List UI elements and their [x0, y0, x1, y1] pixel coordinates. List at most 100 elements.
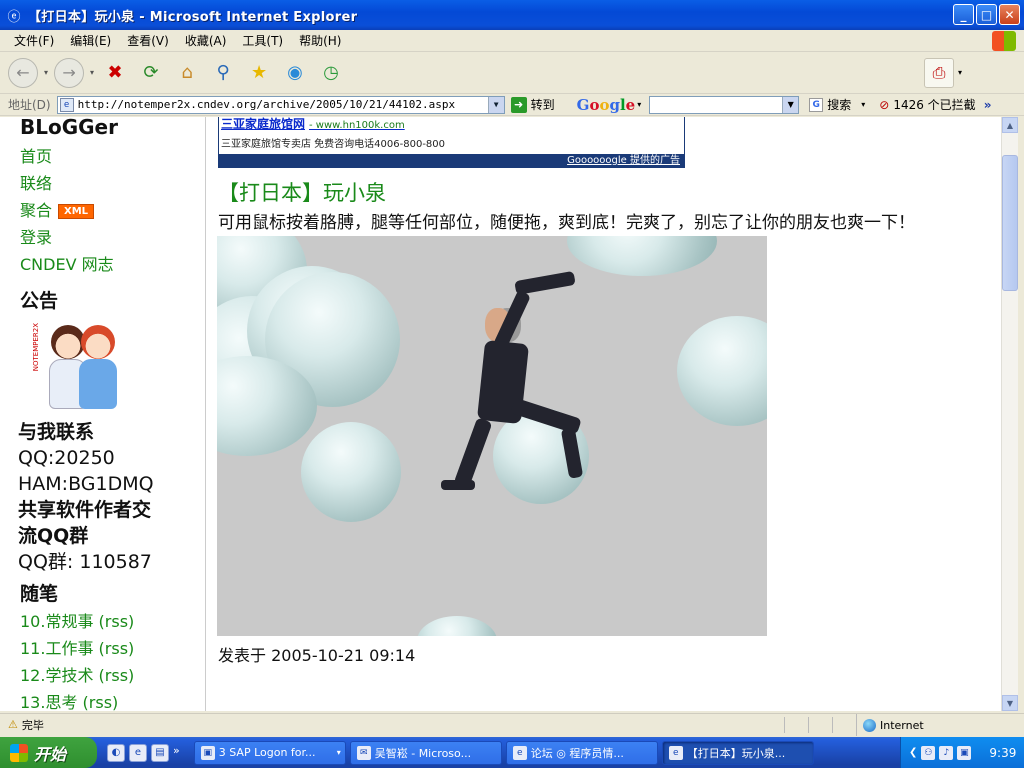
stop-icon[interactable]: ✖: [100, 58, 130, 88]
ad-provider-link[interactable]: Goooooogle 提供的广告: [567, 155, 680, 166]
zone-label: Internet: [880, 718, 924, 732]
minimize-button[interactable]: _: [953, 4, 974, 25]
menu-favorites[interactable]: 收藏(A): [177, 32, 235, 49]
quicklaunch-more-chevron[interactable]: »: [173, 744, 180, 762]
figure-arm[interactable]: [514, 270, 576, 296]
forward-icon[interactable]: →: [54, 57, 85, 88]
task-group-dropdown-icon[interactable]: ▾: [337, 748, 341, 757]
blog-title: BLoGGer: [20, 117, 118, 139]
menu-tools[interactable]: 工具(T): [234, 32, 291, 49]
search-icon[interactable]: ⚲: [208, 58, 238, 88]
taskbar: 开始 ◐ e ▤ » ▣ 3 SAP Logon for... ▾ ✉ 吴智崧 …: [0, 737, 1024, 768]
globe-icon: [863, 718, 876, 732]
favorites-icon[interactable]: ★: [244, 58, 274, 88]
forward-dropdown-icon[interactable]: ▾: [90, 68, 94, 77]
address-dropdown-icon[interactable]: ▼: [487, 96, 504, 113]
address-input[interactable]: e http://notemper2x.cndev.org/archive/20…: [56, 95, 505, 114]
nav-home-link[interactable]: 首页: [20, 143, 205, 170]
essay-category-link[interactable]: 12.学技术 (rss): [20, 662, 205, 689]
menu-help[interactable]: 帮助(H): [291, 32, 349, 49]
post-title[interactable]: 【打日本】玩小泉: [218, 180, 998, 206]
task-forum[interactable]: e 论坛 ◎ 程序员情...: [505, 740, 658, 765]
quicklaunch-ie-icon[interactable]: e: [129, 743, 147, 762]
essays-list: 10.常规事 (rss) 11.工作事 (rss) 12.学技术 (rss) 1…: [20, 608, 205, 711]
essay-category-link[interactable]: 11.工作事 (rss): [20, 635, 205, 662]
pdf-icon[interactable]: ⎙: [924, 57, 954, 88]
draggable-figure[interactable]: [441, 268, 615, 503]
nav-contact-link[interactable]: 联络: [20, 170, 205, 197]
essay-category-link[interactable]: 13.思考 (rss): [20, 689, 205, 711]
menu-view[interactable]: 查看(V): [119, 32, 177, 49]
task-sap-logon[interactable]: ▣ 3 SAP Logon for... ▾: [193, 740, 346, 765]
nav-syndication-link[interactable]: 聚合 XML: [20, 197, 205, 224]
ad-banner[interactable]: 三亚家庭旅馆网 - www.hn100k.com 三亚家庭旅馆专卖店 免费咨询电话…: [218, 117, 685, 168]
media-icon[interactable]: ◉: [280, 58, 310, 88]
quicklaunch-app-icon[interactable]: ◐: [107, 743, 125, 762]
history-icon[interactable]: ◷: [316, 58, 346, 88]
toolbar-more-chevron[interactable]: »: [984, 98, 992, 112]
nav-syndication-label: 聚合: [20, 201, 53, 220]
figure-leg[interactable]: [453, 417, 493, 489]
google-search-input[interactable]: ▼: [649, 95, 800, 114]
bubble[interactable]: [417, 616, 497, 636]
qq-group-heading-line2: 流QQ群: [18, 525, 89, 547]
tray-monitor-icon[interactable]: ▣: [957, 745, 972, 760]
task-outlook[interactable]: ✉ 吴智崧 - Microso...: [349, 740, 502, 765]
post-timestamp[interactable]: 2005-10-21 09:14: [271, 646, 415, 665]
nav-login-link[interactable]: 登录: [20, 224, 205, 251]
menu-file[interactable]: 文件(F): [6, 32, 62, 49]
essay-category-link[interactable]: 10.常规事 (rss): [20, 608, 205, 635]
start-button[interactable]: 开始: [0, 737, 97, 768]
essay-label: 学技术 (rss): [45, 666, 135, 685]
home-icon[interactable]: ⌂: [172, 58, 202, 88]
scroll-down-icon[interactable]: ▼: [1002, 695, 1018, 711]
figure-leg[interactable]: [560, 427, 584, 479]
tray-network-icon[interactable]: ⚇: [921, 745, 936, 760]
window-title: 【打日本】玩小泉 - Microsoft Internet Explorer: [28, 9, 358, 25]
refresh-icon[interactable]: ⟳: [136, 58, 166, 88]
google-search-dropdown-icon[interactable]: ▼: [782, 96, 799, 113]
scroll-up-icon[interactable]: ▲: [1002, 117, 1018, 133]
essay-label: 工作事 (rss): [45, 639, 135, 658]
scrollbar-thumb[interactable]: [1002, 155, 1018, 291]
ie-task-icon: e: [668, 745, 683, 760]
task-current-page[interactable]: e 【打日本】玩小泉...: [661, 740, 814, 765]
close-button[interactable]: ✕: [999, 4, 1020, 25]
menu-bar: 文件(F) 编辑(E) 查看(V) 收藏(A) 工具(T) 帮助(H): [0, 30, 1024, 52]
address-url: http://notemper2x.cndev.org/archive/2005…: [77, 98, 456, 111]
flash-game[interactable]: [217, 236, 767, 636]
address-label: 地址(D): [8, 98, 51, 112]
tray-collapse-icon[interactable]: ❮: [909, 747, 917, 758]
google-search-dropdown-arrow-icon[interactable]: ▾: [861, 100, 865, 109]
google-search-button[interactable]: G 搜索 ▾: [809, 96, 865, 113]
toolbar: ← ▾ → ▾ ✖ ⟳ ⌂ ⚲ ★ ◉ ◷ ⎙ ▾: [0, 52, 1024, 94]
maximize-button[interactable]: □: [976, 4, 997, 25]
essay-num: 10.: [20, 612, 46, 631]
go-button[interactable]: ➜ 转到: [510, 96, 555, 113]
page-viewport: BLoGGer 首页 联络 聚合 XML 登录 CNDEV 网志 公告 NOTEM…: [0, 117, 1002, 711]
nav-cndev-link[interactable]: CNDEV 网志: [20, 251, 205, 278]
vertical-scrollbar[interactable]: ▲ ▼: [1001, 117, 1018, 711]
security-zone[interactable]: Internet: [856, 714, 924, 736]
quicklaunch-doc-icon[interactable]: ▤: [151, 743, 169, 762]
google-logo[interactable]: Google: [577, 96, 636, 114]
avatar: NOTEMPER2X: [32, 319, 122, 415]
popup-blocker-button[interactable]: ⊘ 1426 个已拦截: [879, 96, 975, 113]
menu-edit[interactable]: 编辑(E): [62, 32, 119, 49]
ad-title-link[interactable]: 三亚家庭旅馆网 - www.hn100k.com: [221, 117, 684, 133]
tray-volume-icon[interactable]: ♪: [939, 745, 954, 760]
bubble[interactable]: [677, 316, 767, 426]
task-label: 论坛 ◎ 程序员情...: [530, 746, 624, 760]
xml-badge[interactable]: XML: [58, 204, 95, 219]
qq-group-number: QQ群: 110587: [18, 551, 152, 573]
clock[interactable]: 9:39: [989, 746, 1016, 760]
back-icon[interactable]: ←: [8, 57, 38, 88]
bubble[interactable]: [301, 422, 401, 522]
google-dropdown-icon[interactable]: ▾: [637, 100, 641, 109]
figure-foot[interactable]: [441, 480, 475, 490]
mail-icon: ✉: [356, 745, 371, 760]
pdf-dropdown-icon[interactable]: ▾: [958, 68, 962, 77]
main-content: 三亚家庭旅馆网 - www.hn100k.com 三亚家庭旅馆专卖店 免费咨询电话…: [217, 117, 998, 666]
back-dropdown-icon[interactable]: ▾: [44, 68, 48, 77]
sidebar-nav: 首页 联络 聚合 XML 登录 CNDEV 网志: [20, 143, 205, 278]
